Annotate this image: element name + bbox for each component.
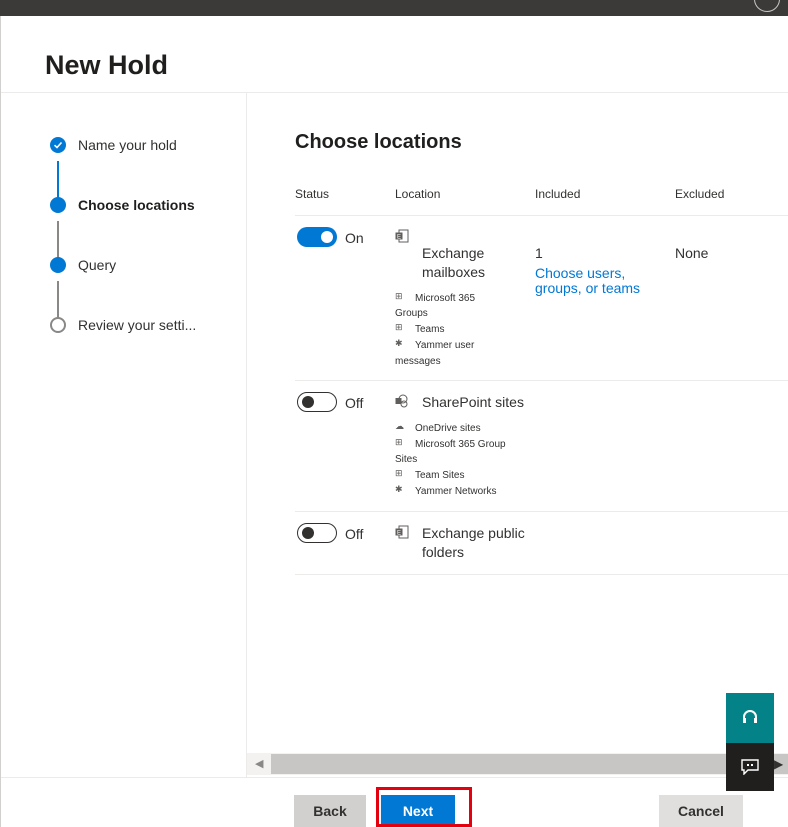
svg-text:E: E [397,235,401,241]
step-label: Review your setti... [78,317,197,333]
help-button[interactable] [726,693,774,743]
row-divider [295,380,788,381]
sub-location: Sites [395,454,418,465]
step-dot-icon [50,257,66,273]
column-header-included: Included [535,187,581,201]
sub-location: Yammer Networks [415,486,497,497]
row-divider [295,511,788,512]
step-label: Query [78,257,117,273]
back-button[interactable]: Back [294,795,366,827]
toggle-state: Off [345,526,364,542]
wizard-stepper: Name your hold Choose locations Query Re… [1,93,247,777]
teams-icon: ⊞ [395,468,403,478]
choose-users-link[interactable]: groups, or teams [535,281,640,296]
row-divider [295,215,788,216]
row-divider [295,574,788,575]
sub-location: Yammer user [415,340,475,351]
new-hold-panel: New Hold Name your hold Choose locations… [0,16,788,827]
sharepoint-icon [395,394,409,408]
toggle-state: Off [345,395,364,411]
step-choose-locations[interactable]: Choose locations [50,195,195,215]
sub-location: Teams [415,324,445,335]
excluded-value: None [675,245,709,261]
sub-location: Microsoft 365 [415,293,476,304]
column-header-excluded: Excluded [675,187,725,201]
exchange-mailboxes-toggle[interactable] [297,227,337,247]
sub-location: OneDrive sites [415,423,481,434]
column-header-location: Location [395,187,441,201]
sub-location: messages [395,356,441,367]
feedback-button[interactable] [726,743,774,791]
step-name-your-hold[interactable]: Name your hold [50,135,177,155]
groups-icon: ⊞ [395,291,403,301]
location-name: mailboxes [422,264,486,280]
exchange-icon: E [395,229,409,243]
scrollbar-thumb[interactable] [271,754,788,774]
teams-icon: ⊞ [395,322,403,332]
footer-divider [1,777,788,778]
yammer-icon: ✱ [395,484,403,494]
sub-location: Groups [395,308,428,319]
location-name: Exchange public [422,525,525,541]
chat-icon [741,759,759,775]
included-count: 1 [535,245,543,261]
sub-location: Team Sites [415,470,465,481]
location-name: folders [422,544,465,560]
toggle-state: On [345,230,364,246]
section-heading: Choose locations [295,131,462,153]
scroll-left-icon[interactable]: ◀ [255,757,263,770]
headset-icon [743,710,757,723]
page-title: New Hold [45,50,169,80]
step-empty-icon [50,317,66,333]
svg-text:E: E [397,531,401,537]
locations-content: Choose locations Status Location Include… [247,93,788,777]
close-icon[interactable] [754,0,780,12]
onedrive-icon: ☁ [395,421,404,431]
step-label: Name your hold [78,137,177,153]
location-name: Exchange [422,245,485,261]
top-bar [0,0,788,16]
cancel-button[interactable]: Cancel [659,795,743,827]
exchange-icon: E [395,525,409,539]
choose-users-link[interactable]: Choose users, [535,266,625,281]
location-name: SharePoint sites [422,394,524,410]
step-query[interactable]: Query [50,255,116,275]
yammer-icon: ✱ [395,338,403,348]
step-label: Choose locations [78,197,195,213]
step-current-icon [50,197,66,213]
step-review-settings[interactable]: Review your setti... [50,315,196,335]
exchange-public-folders-toggle[interactable] [297,523,337,543]
sub-location: Microsoft 365 Group [415,439,506,450]
checkmark-icon [50,137,66,153]
groups-icon: ⊞ [395,437,403,447]
scroll-right-icon[interactable]: ▶ [774,757,783,771]
horizontal-scrollbar[interactable]: ◀ [247,753,788,775]
sharepoint-sites-toggle[interactable] [297,392,337,412]
highlight-box [376,787,472,827]
column-header-status: Status [295,187,330,201]
